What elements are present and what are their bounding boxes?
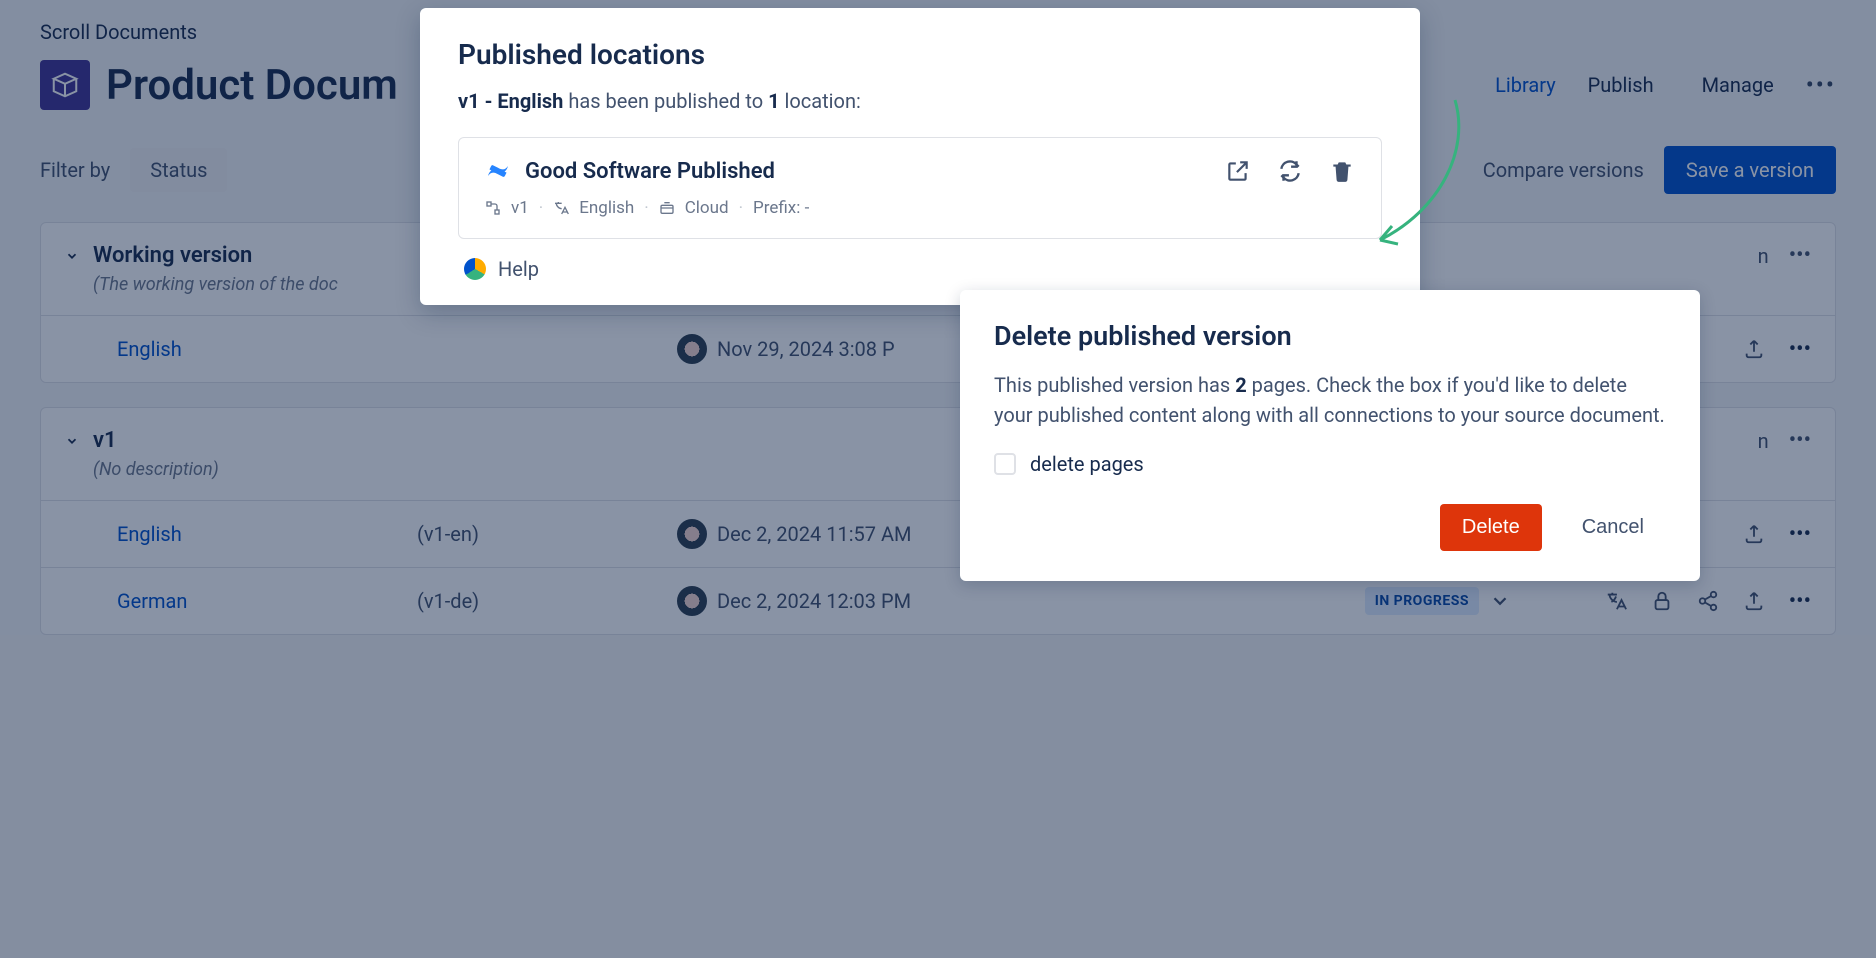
modal-subline: v1 - English has been published to 1 loc… (458, 89, 1382, 113)
delete-version-popover: Delete published version This published … (960, 290, 1700, 581)
open-external-icon[interactable] (1225, 158, 1251, 184)
popover-title: Delete published version (994, 320, 1666, 352)
help-link[interactable]: Help (458, 257, 1382, 281)
popover-body: This published version has 2 pages. Chec… (994, 370, 1666, 430)
published-locations-modal: Published locations v1 - English has bee… (420, 8, 1420, 305)
location-name: Good Software Published (525, 159, 1211, 184)
confluence-icon (485, 158, 511, 184)
checkbox-label: delete pages (1030, 452, 1144, 476)
translate-icon (553, 200, 569, 216)
sync-icon[interactable] (1277, 158, 1303, 184)
cancel-button[interactable]: Cancel (1560, 504, 1666, 551)
help-icon (464, 258, 486, 280)
trash-icon[interactable] (1329, 158, 1355, 184)
location-meta: v1 · English · Cloud · Prefix: - (485, 198, 1355, 218)
cloud-icon (659, 200, 675, 216)
checkbox[interactable] (994, 453, 1016, 475)
delete-button[interactable]: Delete (1440, 504, 1542, 551)
delete-pages-option[interactable]: delete pages (994, 452, 1666, 476)
modal-title: Published locations (458, 38, 1382, 71)
location-card: Good Software Published v1 · English · C… (458, 137, 1382, 239)
tree-icon (485, 200, 501, 216)
